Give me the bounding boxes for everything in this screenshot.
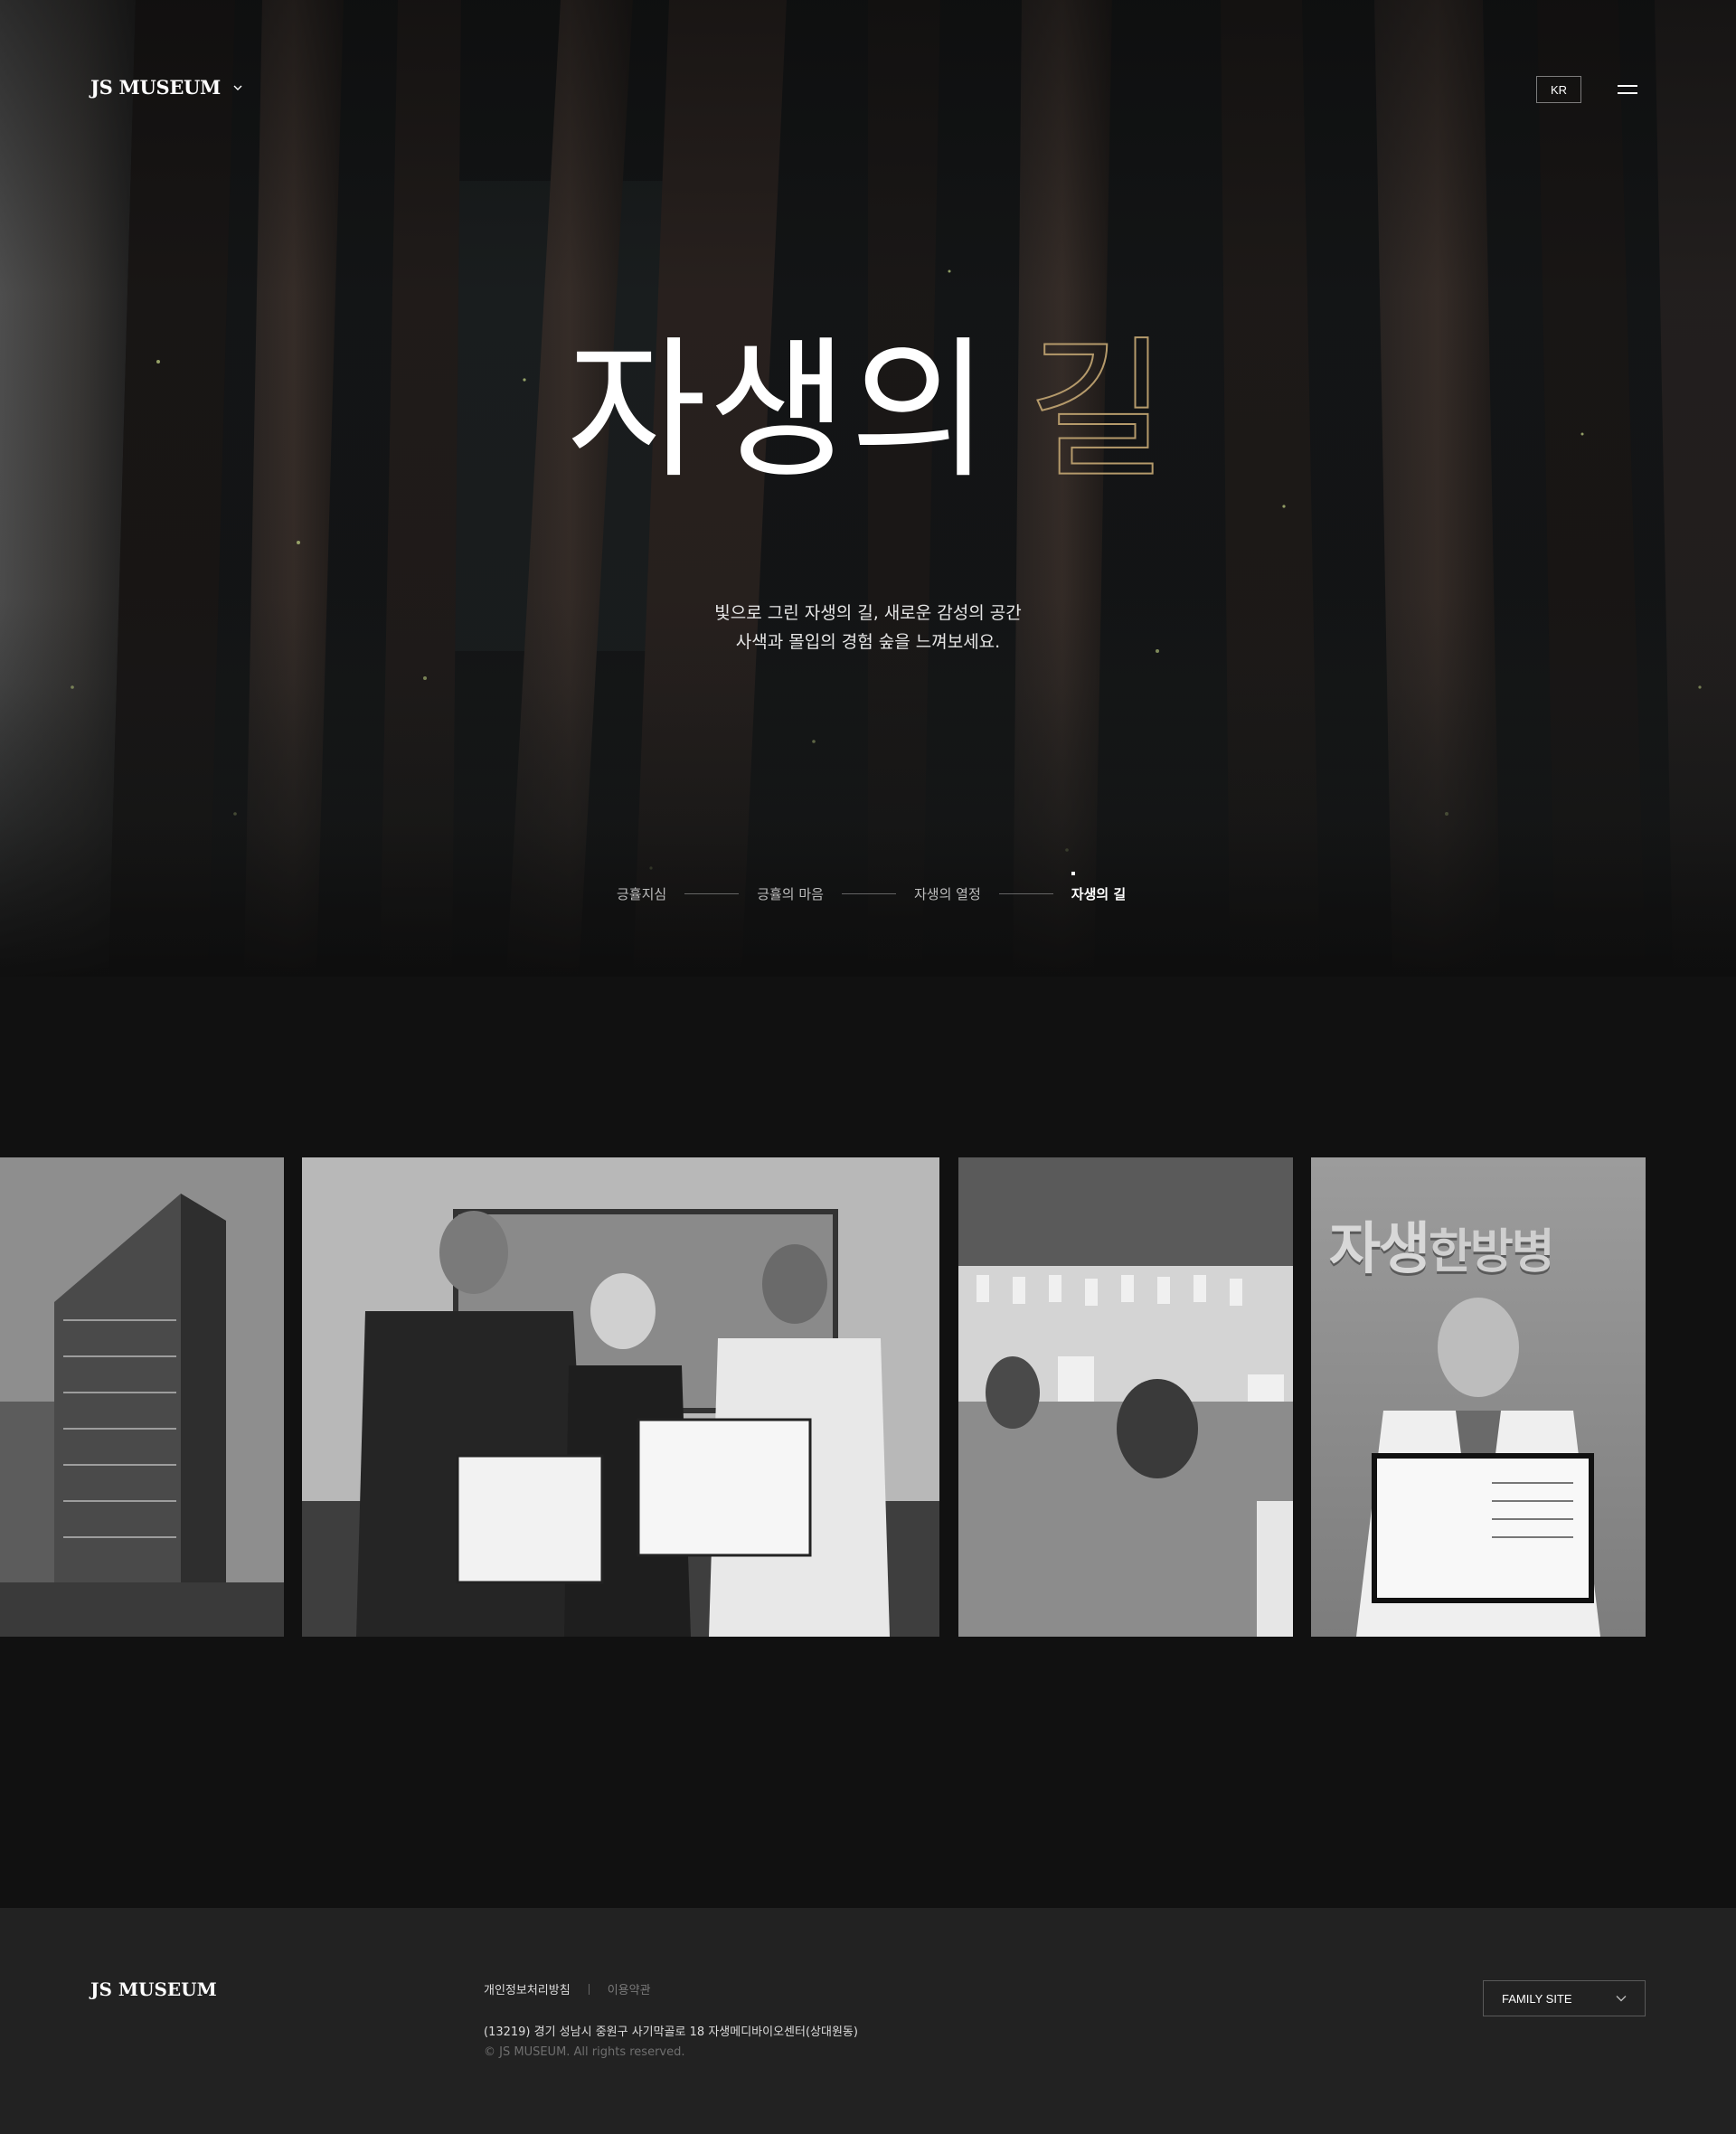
link-divider	[588, 1983, 590, 1995]
hero-subtitle: 빛으로 그린 자생의 길, 새로운 감성의 공간 사색과 몰입의 경험 숲을 느…	[0, 599, 1736, 656]
doctor-illustration	[1356, 1298, 1600, 1637]
people-illustration	[302, 1157, 939, 1637]
subtitle-line-1: 빛으로 그린 자생의 길, 새로운 감성의 공간	[714, 603, 1022, 623]
cemetery-illustration	[958, 1157, 1293, 1637]
title-main: 자생의	[566, 322, 992, 499]
privacy-policy-link[interactable]: 개인정보처리방침	[484, 1980, 571, 1997]
hamburger-icon[interactable]	[1618, 83, 1637, 96]
site-header: JS MUSEUM KR	[0, 0, 1736, 181]
footer-logo[interactable]: JS MUSEUM	[90, 1978, 217, 2000]
site-logo[interactable]: JS MUSEUM	[90, 76, 242, 99]
chapter-link-3[interactable]: 자생의 열정	[914, 884, 981, 903]
chevron-down-icon	[1616, 1996, 1627, 2002]
family-site-label: FAMILY SITE	[1502, 1991, 1572, 2006]
chapter-navigation: 긍휼지심 긍휼의 마음 자생의 열정 자생의 길	[617, 871, 1126, 911]
terms-link[interactable]: 이용약관	[608, 1980, 651, 1997]
building-illustration	[0, 1157, 284, 1637]
chapter-link-1[interactable]: 긍휼지심	[617, 884, 666, 903]
award-certificate-photo[interactable]: 자생한방병	[1311, 1157, 1646, 1637]
chapter-divider	[684, 892, 740, 894]
footer-copyright: © JS MUSEUM. All rights reserved.	[484, 2045, 685, 2059]
family-site-select[interactable]: FAMILY SITE	[1483, 1980, 1646, 2016]
chapter-link-2[interactable]: 긍휼의 마음	[757, 884, 824, 903]
building-photo[interactable]	[0, 1157, 284, 1637]
title-accent: 길	[1027, 322, 1170, 499]
footer-links: 개인정보처리방침 이용약관	[484, 1980, 651, 1997]
site-footer: JS MUSEUM 개인정보처리방침 이용약관 (13219) 경기 성남시 중…	[0, 1908, 1736, 2134]
chapter-divider	[841, 892, 896, 894]
memorial-cemetery-photo[interactable]	[958, 1157, 1293, 1637]
chapter-link-4-active[interactable]: 자생의 길	[1071, 871, 1126, 903]
language-button[interactable]: KR	[1536, 76, 1581, 103]
hero-section: JS MUSEUM KR 자생의 길 빛으로 그린 자생의 길, 새로운 감성의 …	[0, 0, 1736, 977]
footer-address: (13219) 경기 성남시 중원구 사기막골로 18 자생메디바이오센터(상대…	[484, 2025, 858, 2039]
page-title: 자생의 길	[0, 334, 1736, 487]
chevron-down-icon[interactable]	[233, 83, 242, 92]
subtitle-line-2: 사색과 몰입의 경험 숲을 느껴보세요.	[735, 632, 1001, 652]
photo-gallery: 자생한방병	[0, 1157, 1736, 1637]
agreement-signing-photo[interactable]	[302, 1157, 939, 1637]
chapter-divider	[998, 892, 1053, 894]
